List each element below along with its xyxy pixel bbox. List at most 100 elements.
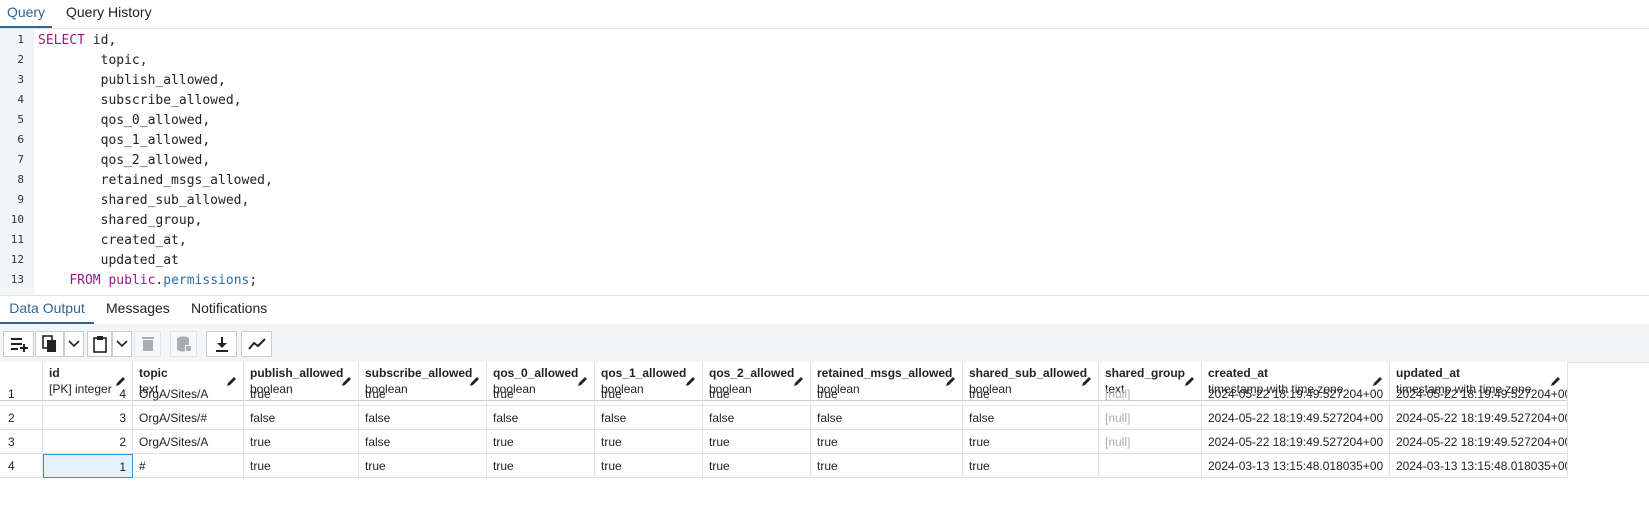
table-cell[interactable]: false	[703, 406, 811, 430]
table-cell[interactable]: false	[811, 406, 963, 430]
save-data-button[interactable]	[170, 331, 197, 357]
table-cell-selected[interactable]: 1	[43, 454, 133, 478]
add-row-button[interactable]	[3, 331, 34, 357]
column-name: created_at	[1208, 366, 1269, 380]
table-cell[interactable]: true	[595, 382, 703, 406]
query-tabs: Query Query History	[0, 0, 1649, 29]
table-cell[interactable]: false	[487, 406, 595, 430]
table-cell[interactable]: 4	[43, 382, 133, 406]
row-number[interactable]: 4	[0, 454, 43, 478]
tab-notifications[interactable]: Notifications	[191, 296, 267, 322]
paste-options-dropdown[interactable]	[112, 331, 132, 357]
table-cell[interactable]: true	[487, 430, 595, 454]
table-cell[interactable]: false	[359, 430, 487, 454]
copy-options-dropdown[interactable]	[64, 331, 84, 357]
tab-messages[interactable]: Messages	[106, 296, 170, 322]
graph-visualiser-button[interactable]	[241, 331, 272, 357]
chevron-down-icon	[116, 340, 128, 348]
table-cell[interactable]: true	[963, 454, 1099, 478]
table-cell[interactable]: 2024-05-22 18:19:49.527204+00	[1390, 382, 1568, 406]
table-cell[interactable]: true	[703, 430, 811, 454]
table-cell[interactable]: 3	[43, 406, 133, 430]
table-cell[interactable]: [null]	[1099, 382, 1202, 406]
table-cell[interactable]: false	[963, 406, 1099, 430]
line-number: 13	[10, 273, 24, 286]
table-cell[interactable]: #	[133, 454, 244, 478]
code-line: shared_sub_allowed,	[38, 193, 250, 208]
table-cell[interactable]: false	[595, 406, 703, 430]
line-number: 2	[17, 53, 24, 66]
table-cell[interactable]: true	[359, 382, 487, 406]
table-cell[interactable]: true	[811, 382, 963, 406]
line-number: 5	[17, 113, 24, 126]
table-cell[interactable]: true	[244, 454, 359, 478]
line-number: 11	[10, 233, 24, 246]
table-cell[interactable]: 2	[43, 430, 133, 454]
column-name: qos_0_allowed	[493, 366, 579, 380]
table-cell[interactable]: 2024-05-22 18:19:49.527204+00	[1202, 382, 1390, 406]
table-cell[interactable]: OrgA/Sites/#	[133, 406, 244, 430]
paste-button[interactable]	[87, 331, 112, 357]
code-semicolon: ;	[249, 273, 258, 288]
table-cell[interactable]: true	[963, 430, 1099, 454]
code-line: FROM public.permissions;	[38, 273, 257, 288]
tab-query-history[interactable]: Query History	[66, 0, 152, 26]
line-number: 8	[17, 173, 24, 186]
database-save-icon	[176, 336, 192, 352]
line-number: 9	[17, 193, 24, 206]
delete-button[interactable]	[134, 331, 161, 357]
table-cell[interactable]: 2024-05-22 18:19:49.527204+00	[1390, 430, 1568, 454]
table-cell[interactable]: 2024-03-13 13:15:48.018035+00	[1390, 454, 1568, 478]
schema-name: public	[108, 273, 156, 288]
code-line: subscribe_allowed,	[38, 93, 242, 108]
table-cell[interactable]: true	[703, 382, 811, 406]
table-cell[interactable]: true	[811, 454, 963, 478]
table-cell[interactable]: [null]	[1099, 430, 1202, 454]
tab-data-output[interactable]: Data Output	[0, 296, 94, 324]
code-line: updated_at	[38, 253, 179, 268]
paste-icon	[92, 336, 107, 353]
code-line: topic,	[38, 53, 148, 68]
table-cell[interactable]: false	[244, 406, 359, 430]
sql-keyword: FROM	[69, 273, 101, 288]
download-button[interactable]	[206, 331, 237, 357]
table-cell[interactable]: false	[359, 406, 487, 430]
column-name: qos_2_allowed	[709, 366, 795, 380]
table-cell[interactable]: true	[595, 430, 703, 454]
row-number[interactable]: 1	[0, 382, 43, 406]
table-cell[interactable]: OrgA/Sites/A	[133, 382, 244, 406]
table-cell[interactable]: true	[595, 454, 703, 478]
table-cell[interactable]: true	[359, 454, 487, 478]
copy-button[interactable]	[35, 331, 64, 357]
code-line: qos_2_allowed,	[38, 153, 211, 168]
code-line: SELECT id,	[38, 33, 116, 48]
table-cell[interactable]: true	[244, 430, 359, 454]
trash-icon	[141, 337, 154, 351]
table-cell[interactable]: true	[963, 382, 1099, 406]
code-line: retained_msgs_allowed,	[38, 173, 273, 188]
table-cell[interactable]: true	[487, 454, 595, 478]
table-cell[interactable]	[1099, 454, 1202, 478]
code-text: id,	[84, 33, 117, 48]
table-cell[interactable]: 2024-05-22 18:19:49.527204+00	[1202, 430, 1390, 454]
table-cell[interactable]: [null]	[1099, 406, 1202, 430]
table-cell[interactable]: true	[487, 382, 595, 406]
row-number[interactable]: 3	[0, 430, 43, 454]
table-cell[interactable]: OrgA/Sites/A	[133, 430, 244, 454]
output-tabs: Data Output Messages Notifications	[0, 295, 1649, 325]
table-cell[interactable]: true	[703, 454, 811, 478]
line-number: 6	[17, 133, 24, 146]
table-cell[interactable]: 2024-03-13 13:15:48.018035+00	[1202, 454, 1390, 478]
tab-query[interactable]: Query	[0, 0, 52, 28]
data-grid: id [PK] integer topic text publish_allow…	[0, 362, 1649, 513]
table-cell[interactable]: 2024-05-22 18:19:49.527204+00	[1202, 406, 1390, 430]
table-cell[interactable]: 2024-05-22 18:19:49.527204+00	[1390, 406, 1568, 430]
line-number: 10	[10, 213, 24, 226]
column-name: topic	[139, 366, 168, 380]
code-line: qos_1_allowed,	[38, 133, 211, 148]
table-cell[interactable]: true	[244, 382, 359, 406]
row-number[interactable]: 2	[0, 406, 43, 430]
sql-editor[interactable]: 1 2 3 4 5 6 7 8 9 10 11 12 13 SELECT id,…	[0, 29, 1649, 295]
table-cell[interactable]: true	[811, 430, 963, 454]
copy-icon	[41, 335, 56, 352]
